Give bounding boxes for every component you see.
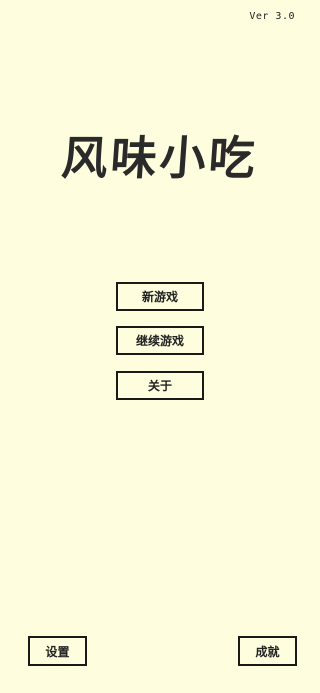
about-button[interactable]: 关于 (116, 371, 204, 400)
game-title: 风味小吃 (59, 131, 260, 185)
continue-game-button[interactable]: 继续游戏 (116, 326, 204, 355)
achievements-button[interactable]: 成就 (238, 636, 297, 666)
settings-button[interactable]: 设置 (28, 636, 87, 666)
version-label: Ver 3.0 (249, 11, 295, 22)
new-game-button[interactable]: 新游戏 (116, 282, 204, 311)
